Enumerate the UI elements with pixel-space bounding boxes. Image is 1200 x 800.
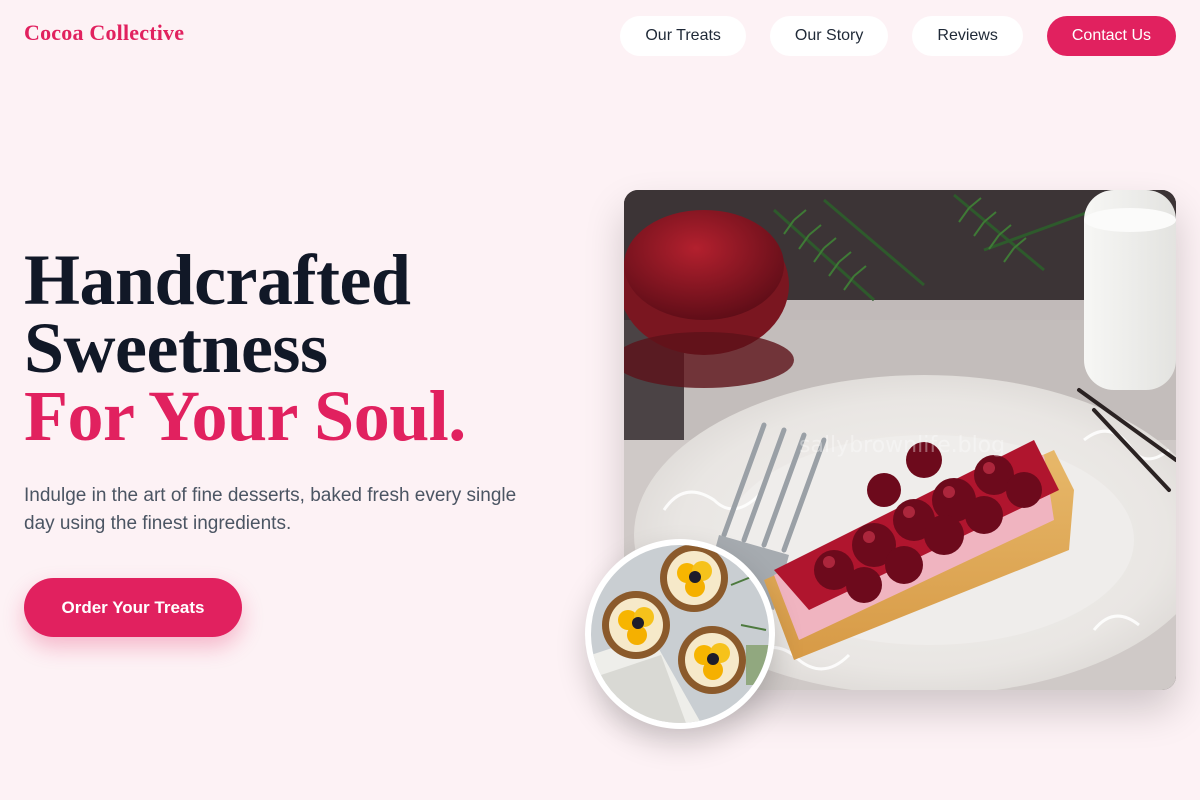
hero-title-line-2: Sweetness — [24, 308, 328, 388]
hero-title-line-1: Handcrafted — [24, 240, 411, 320]
hero-title-accent: For Your Soul. — [24, 376, 466, 456]
image-watermark: sallybrownlife.blog — [799, 433, 1005, 458]
brand-logo[interactable]: Cocoa Collective — [24, 20, 184, 46]
hero-title: Handcrafted Sweetness For Your Soul. — [24, 240, 466, 456]
nav-reviews[interactable]: Reviews — [912, 16, 1023, 56]
main-nav: Our Treats Our Story Reviews Contact Us — [620, 16, 1176, 56]
nav-contact-us-button[interactable]: Contact Us — [1046, 16, 1176, 56]
order-treats-button[interactable]: Order Your Treats — [24, 578, 242, 637]
nav-our-story[interactable]: Our Story — [769, 16, 889, 56]
hero-subtitle: Indulge in the art of fine desserts, bak… — [24, 485, 517, 534]
landing-page: Cocoa Collective Our Treats Our Story Re… — [0, 0, 1200, 800]
nav-our-treats[interactable]: Our Treats — [620, 16, 746, 56]
hero-thumbnail-citrus-tarts — [585, 539, 775, 729]
